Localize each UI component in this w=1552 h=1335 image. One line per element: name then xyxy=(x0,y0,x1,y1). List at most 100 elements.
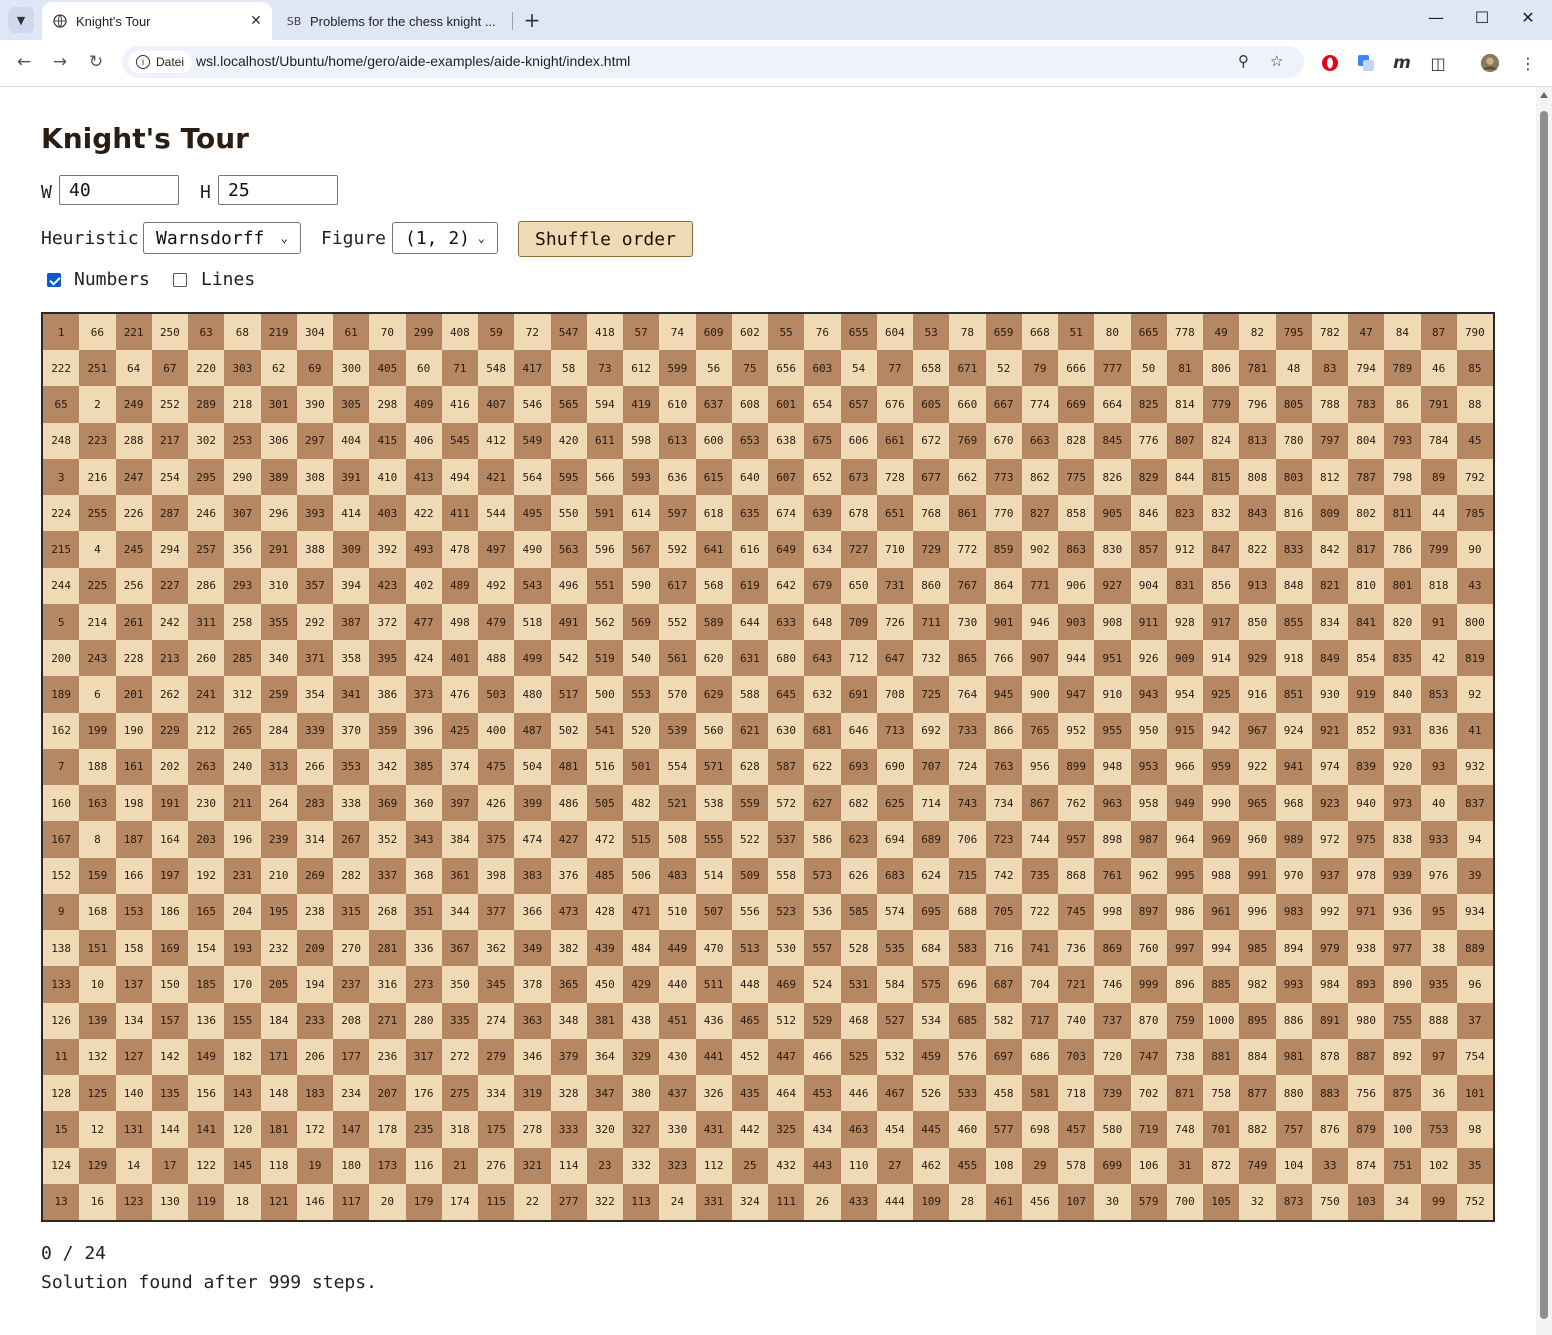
board-square[interactable]: 63 xyxy=(188,314,225,351)
board-square[interactable]: 719 xyxy=(1130,1111,1167,1148)
board-square[interactable]: 592 xyxy=(659,531,696,568)
board-square[interactable]: 4 xyxy=(79,531,116,568)
board-square[interactable]: 949 xyxy=(1166,785,1203,822)
board-square[interactable]: 591 xyxy=(586,495,623,532)
board-square[interactable]: 919 xyxy=(1348,676,1385,713)
board-square[interactable]: 953 xyxy=(1130,748,1167,786)
board-square[interactable]: 465 xyxy=(731,1002,768,1039)
board-square[interactable]: 378 xyxy=(514,966,551,1003)
board-square[interactable]: 913 xyxy=(1239,567,1276,604)
board-square[interactable]: 103 xyxy=(1348,1183,1385,1220)
board-square[interactable]: 673 xyxy=(840,458,877,496)
board-square[interactable]: 985 xyxy=(1239,930,1276,967)
board-square[interactable]: 252 xyxy=(151,386,188,423)
board-square[interactable]: 832 xyxy=(1203,495,1240,532)
board-square[interactable]: 962 xyxy=(1130,857,1167,894)
board-square[interactable]: 888 xyxy=(1420,1002,1457,1039)
board-square[interactable]: 249 xyxy=(115,386,152,423)
board-square[interactable]: 384 xyxy=(441,821,478,858)
board-square[interactable]: 631 xyxy=(731,640,768,677)
board-square[interactable]: 95 xyxy=(1420,893,1457,931)
board-square[interactable]: 204 xyxy=(224,893,261,931)
board-square[interactable]: 557 xyxy=(804,930,841,967)
board-square[interactable]: 203 xyxy=(188,821,225,858)
board-square[interactable]: 968 xyxy=(1275,785,1312,822)
board-square[interactable]: 22 xyxy=(514,1183,551,1220)
board-square[interactable]: 207 xyxy=(369,1075,406,1112)
board-square[interactable]: 636 xyxy=(659,458,696,496)
board-square[interactable]: 789 xyxy=(1384,350,1421,387)
board-square[interactable]: 485 xyxy=(586,857,623,894)
board-square[interactable]: 102 xyxy=(1420,1147,1457,1184)
board-square[interactable]: 34 xyxy=(1384,1183,1421,1220)
board-square[interactable]: 179 xyxy=(405,1183,442,1220)
board-square[interactable]: 488 xyxy=(478,640,515,677)
board-square[interactable]: 489 xyxy=(441,567,478,604)
board-square[interactable]: 369 xyxy=(369,785,406,822)
board-square[interactable]: 185 xyxy=(188,966,225,1003)
board-square[interactable]: 270 xyxy=(333,930,370,967)
board-square[interactable]: 863 xyxy=(1058,531,1095,568)
board-square[interactable]: 189 xyxy=(43,676,80,713)
board-square[interactable]: 297 xyxy=(296,422,333,459)
board-square[interactable]: 926 xyxy=(1130,640,1167,677)
board-square[interactable]: 184 xyxy=(260,1002,297,1039)
board-square[interactable]: 146 xyxy=(296,1183,333,1220)
board-square[interactable]: 774 xyxy=(1021,386,1058,423)
board-square[interactable]: 742 xyxy=(985,857,1022,894)
close-window-icon[interactable]: ✕ xyxy=(1508,8,1548,27)
board-square[interactable]: 803 xyxy=(1275,458,1312,496)
board-square[interactable]: 8 xyxy=(79,821,116,858)
board-square[interactable]: 78 xyxy=(949,314,986,351)
board-square[interactable]: 147 xyxy=(333,1111,370,1148)
board-square[interactable]: 260 xyxy=(188,640,225,677)
board-square[interactable]: 677 xyxy=(913,458,950,496)
board-square[interactable]: 320 xyxy=(586,1111,623,1148)
board-square[interactable]: 115 xyxy=(478,1183,515,1220)
board-square[interactable]: 183 xyxy=(296,1075,333,1112)
board-square[interactable]: 71 xyxy=(441,350,478,387)
board-square[interactable]: 552 xyxy=(659,603,696,641)
board-square[interactable]: 608 xyxy=(731,386,768,423)
board-square[interactable]: 170 xyxy=(224,966,261,1003)
board-square[interactable]: 898 xyxy=(1094,821,1131,858)
board-square[interactable]: 977 xyxy=(1384,930,1421,967)
board-square[interactable]: 469 xyxy=(768,966,805,1003)
board-square[interactable]: 613 xyxy=(659,422,696,459)
board-square[interactable]: 864 xyxy=(985,567,1022,604)
board-square[interactable]: 439 xyxy=(586,930,623,967)
board-square[interactable]: 90 xyxy=(1456,531,1493,568)
board-square[interactable]: 795 xyxy=(1275,314,1312,351)
board-square[interactable]: 852 xyxy=(1348,712,1385,749)
board-square[interactable]: 312 xyxy=(224,676,261,713)
board-square[interactable]: 525 xyxy=(840,1038,877,1076)
board-square[interactable]: 930 xyxy=(1311,676,1348,713)
board-square[interactable]: 714 xyxy=(913,785,950,822)
board-square[interactable]: 463 xyxy=(840,1111,877,1148)
board-square[interactable]: 715 xyxy=(949,857,986,894)
board-square[interactable]: 979 xyxy=(1311,930,1348,967)
board-square[interactable]: 294 xyxy=(151,531,188,568)
board-square[interactable]: 947 xyxy=(1058,676,1095,713)
board-square[interactable]: 951 xyxy=(1094,640,1131,677)
board-square[interactable]: 911 xyxy=(1130,603,1167,641)
board-square[interactable]: 172 xyxy=(296,1111,333,1148)
close-tab-icon[interactable]: ✕ xyxy=(246,13,266,29)
board-square[interactable]: 995 xyxy=(1166,857,1203,894)
board-square[interactable]: 582 xyxy=(985,1002,1022,1039)
board-square[interactable]: 872 xyxy=(1203,1147,1240,1184)
board-square[interactable]: 773 xyxy=(985,458,1022,496)
board-square[interactable]: 940 xyxy=(1348,785,1385,822)
board-square[interactable]: 517 xyxy=(550,676,587,713)
board-square[interactable]: 408 xyxy=(441,314,478,351)
board-square[interactable]: 630 xyxy=(768,712,805,749)
vertical-scrollbar[interactable] xyxy=(1536,87,1552,1335)
board-square[interactable]: 948 xyxy=(1094,748,1131,786)
board-square[interactable]: 307 xyxy=(224,495,261,532)
board-square[interactable]: 891 xyxy=(1311,1002,1348,1039)
board-square[interactable]: 867 xyxy=(1021,785,1058,822)
board-square[interactable]: 457 xyxy=(1058,1111,1095,1148)
tab-problems-chess-knight[interactable]: SB Problems for the chess knight ... xyxy=(276,2,512,40)
board-square[interactable]: 526 xyxy=(913,1075,950,1112)
board-square[interactable]: 660 xyxy=(949,386,986,423)
